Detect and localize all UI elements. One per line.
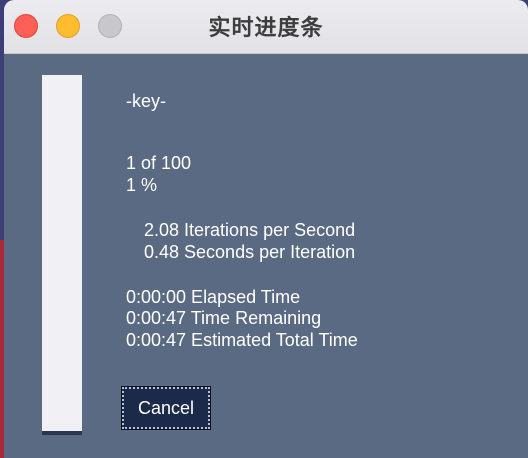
iterations-per-second: 2.08 Iterations per Second: [144, 220, 356, 240]
estimated-total-time: 0:00:47 Estimated Total Time: [126, 330, 358, 350]
progress-bar: [42, 75, 82, 435]
elapsed-time: 0:00:00 Elapsed Time: [126, 287, 301, 307]
progress-bar-fill: [42, 431, 82, 435]
progress-count: 1 of 100: [126, 153, 192, 173]
progress-window: 实时进度条 -key- 1 of 100 1 % 2.08 Iterations…: [4, 0, 528, 458]
progress-percent: 1 %: [126, 175, 158, 195]
window-title: 实时进度条: [208, 15, 324, 40]
title-bar[interactable]: 实时进度条: [4, 0, 528, 54]
cancel-button[interactable]: Cancel: [121, 386, 211, 430]
progress-key: -key-: [126, 91, 166, 111]
seconds-per-iteration: 0.48 Seconds per Iteration: [144, 242, 356, 262]
time-remaining: 0:00:47 Time Remaining: [126, 308, 322, 328]
